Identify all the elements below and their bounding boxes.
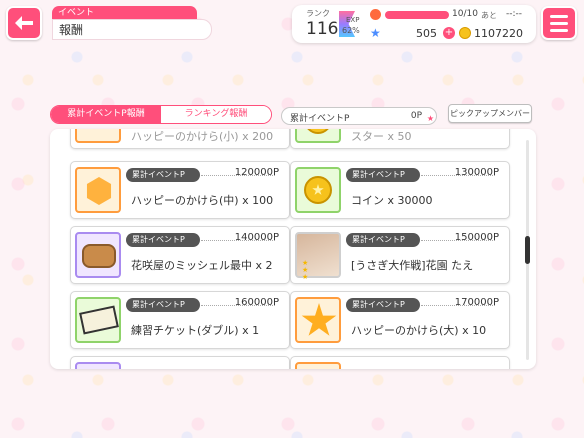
coin-icon (459, 27, 471, 39)
reward-card: 累計イベントP 120000P ハッピーのかけら(中) x 100 (70, 161, 290, 219)
reward-thumb (75, 297, 121, 343)
reward-name: ハッピーのかけら(大) x 10 (351, 324, 487, 337)
requirement-label: 累計イベントP (346, 168, 420, 182)
reward-thumb (295, 167, 341, 213)
reward-name: 花咲屋のミッシェル最中 x 2 (131, 259, 273, 272)
scrollbar-thumb[interactable] (525, 236, 530, 264)
menu-bar-icon (550, 14, 568, 18)
reward-name: ハッピーのかけら(中) x 100 (131, 194, 274, 207)
event-points-display: 累計イベントP 0P ★ (281, 107, 437, 125)
tab-ranking-rewards[interactable]: ランキング報酬 (161, 106, 271, 123)
requirement-value: 160000P (234, 297, 279, 308)
life-value: 10/10 (452, 9, 478, 19)
ticket-icon (79, 305, 119, 335)
page-category: イベント (52, 6, 197, 20)
reward-card: 累計イベントP 140000P 花咲屋のミッシェル最中 x 2 (70, 226, 290, 284)
requirement-label: 累計イベントP (346, 233, 420, 247)
page-title-box: イベント 報酬 (52, 6, 212, 40)
page-title: 報酬 (52, 19, 212, 40)
requirement-value: 150000P (454, 232, 499, 243)
add-stars-button[interactable]: + (443, 27, 455, 39)
reward-thumb (75, 232, 121, 278)
star-badge-icon (87, 129, 109, 130)
star-icon: ★ (426, 114, 434, 123)
menu-button[interactable] (541, 6, 577, 40)
reward-name: ハッピーのかけら(小) x 200 (131, 130, 274, 143)
exp-percent: 62% (342, 26, 360, 35)
rarity-stars-icon: ★ ★ ★ (302, 259, 309, 281)
back-button[interactable] (6, 6, 42, 40)
rank-value: 116 (306, 19, 339, 39)
points-label: 累計イベントP (290, 114, 350, 124)
sweet-icon (82, 244, 116, 268)
requirement-value: 120000P (234, 167, 279, 178)
reward-thumb (295, 297, 341, 343)
flame-icon (370, 9, 381, 20)
arrow-left-icon (15, 16, 33, 30)
requirement-value: 140000P (234, 232, 279, 243)
requirement-label: 累計イベントP (126, 168, 200, 182)
stars-value: 505 (416, 27, 437, 40)
coin-icon (304, 176, 332, 204)
player-status-panel: ランク 116 EXP 62% 10/10 あと --:-- ★ 505 + 1… (292, 5, 536, 43)
rank-label: ランク (306, 9, 330, 18)
reward-tabs: 累計イベントP報酬 ランキング報酬 (50, 105, 272, 124)
reward-list[interactable]: ハッピーのかけら(小) x 200 スター x 50 累計イベントP 12000… (50, 129, 536, 369)
reward-thumb (295, 129, 341, 143)
happy-shard-icon (86, 177, 112, 205)
reward-card: 累計イベントP 160000P 練習チケット(ダブル) x 1 (70, 291, 290, 349)
big-star-icon (301, 303, 337, 336)
reward-card: 累計イベントP 130000P コイン x 30000 (290, 161, 510, 219)
reward-card-partial (70, 356, 290, 369)
reward-name: 練習チケット(ダブル) x 1 (131, 324, 260, 337)
coin-icon (304, 129, 332, 134)
member-card-thumb: ★ ★ ★ (295, 232, 341, 281)
life-bar-fill (385, 11, 449, 19)
pickup-members-button[interactable]: ピックアップメンバー (448, 104, 532, 123)
reward-card[interactable]: ★ ★ ★ 累計イベントP 150000P [うさぎ大作戦]花園 たえ (290, 226, 510, 284)
tab-cumulative-rewards[interactable]: 累計イベントP報酬 (51, 106, 161, 123)
reward-card: 累計イベントP 170000P ハッピーのかけら(大) x 10 (290, 291, 510, 349)
reward-card: スター x 50 (290, 129, 510, 149)
life-bar (385, 11, 449, 19)
reward-thumb (295, 362, 341, 369)
star-gem-icon: ★ (370, 26, 381, 40)
requirement-label: 累計イベントP (126, 233, 200, 247)
reward-card: ハッピーのかけら(小) x 200 (70, 129, 290, 149)
menu-bar-icon (550, 28, 568, 32)
requirement-label: 累計イベントP (346, 298, 420, 312)
reward-name: [うさぎ大作戦]花園 たえ (351, 259, 474, 272)
coins-value: 1107220 (474, 27, 523, 40)
reward-card-partial (290, 356, 510, 369)
reward-thumb (75, 129, 121, 143)
requirement-label: 累計イベントP (126, 298, 200, 312)
exp-label: EXP (346, 16, 360, 24)
reward-name: スター x 50 (351, 130, 412, 143)
reward-thumb (75, 167, 121, 213)
menu-bar-icon (550, 21, 568, 25)
reward-thumb (75, 362, 121, 369)
requirement-value: 130000P (454, 167, 499, 178)
reward-name: コイン x 30000 (351, 194, 433, 207)
life-after-label: あと (481, 11, 497, 20)
requirement-value: 170000P (454, 297, 499, 308)
points-value: 0P (410, 111, 422, 121)
life-timer: --:-- (506, 9, 523, 19)
